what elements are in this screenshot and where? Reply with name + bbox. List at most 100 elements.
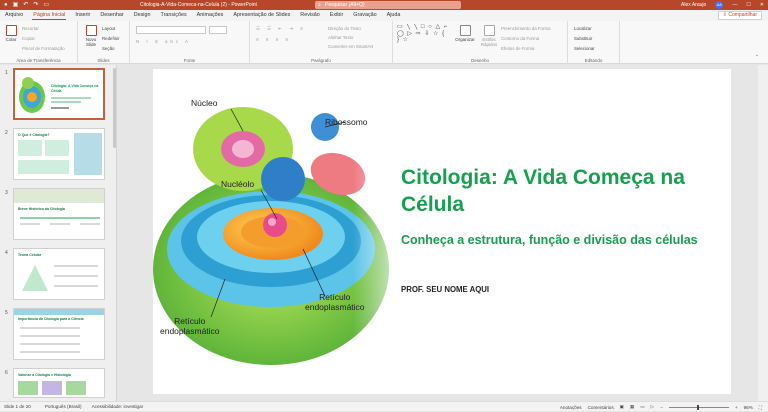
copy-button[interactable]: Copiar [22,36,35,41]
share-button[interactable]: ⇪ Compartilhar [717,11,762,20]
smartart-button[interactable]: Converter em SmartArt [328,44,373,49]
redo-icon[interactable]: ↷ [33,0,38,10]
comments-button[interactable]: Comentários [588,405,614,410]
fit-slide-icon[interactable]: ⛶ [759,405,762,410]
reset-button[interactable]: Redefinir [102,36,120,41]
zoom-out-icon[interactable]: − [660,405,663,410]
thumbnail-line [20,327,80,329]
save-icon[interactable]: ▣ [13,0,19,10]
collapse-ribbon-icon[interactable]: ⌃ [755,54,759,60]
thumbnail-scrollbar[interactable] [113,68,116,148]
text-direction-button[interactable]: Direção do Texto [328,26,361,31]
paste-button[interactable]: Colar [3,25,19,42]
tab-transicoes[interactable]: Transições [156,10,192,21]
thumbnail-image[interactable]: O Que é Citologia? [13,128,105,180]
thumbnail-photo [66,381,86,395]
align-buttons[interactable]: ≡ ≡ ≡ ≡ [256,37,291,42]
thumbnail-image[interactable]: Breve Histórico da Citologia [13,188,105,240]
thumbnail-image[interactable]: Citologia: A Vida Começa na Célula [13,68,105,120]
ribbon-tabs: Arquivo Página Inicial Inserir Desenhar … [0,10,768,21]
find-button[interactable]: Localizar [574,26,592,31]
slide-count: Slide 1 de 20 [4,404,31,409]
sorter-view-icon[interactable]: ▦ [630,404,634,410]
tab-inserir[interactable]: Inserir [70,10,95,21]
thumbnail-line [51,107,69,109]
tab-arquivo[interactable]: Arquivo [0,10,28,21]
thumbnail-image[interactable]: Importância da Citologia para a Ciência [13,308,105,360]
tab-revisao[interactable]: Revisão [295,10,324,21]
user-name[interactable]: Alex Araujo [681,2,706,8]
canvas-scrollbar[interactable] [758,65,768,401]
align-text-button[interactable]: Alinhar Texto [328,35,353,40]
font-size-select[interactable] [209,26,227,34]
slide-subtitle[interactable]: Conheça a estrutura, função e divisão da… [401,232,701,249]
layout-button[interactable]: Layout [102,26,115,31]
section-button[interactable]: Seção [102,46,114,51]
slide-number: 2 [5,130,8,136]
slide-number: 4 [5,250,8,256]
slideshow-icon[interactable]: ▷ [651,404,655,410]
thumbnail-photo [18,381,38,395]
minimize-button[interactable]: — [732,2,737,8]
new-slide-button[interactable]: Novo Slide [81,25,101,47]
present-icon[interactable]: ▭ [43,0,49,10]
notes-button[interactable]: Anotações [560,405,582,410]
ribbon: Colar Recortar Copiar Pincel de Formataç… [0,21,768,64]
shape-outline-button[interactable]: Contorno da Forma [501,36,539,41]
group-label: Slides [97,58,110,63]
zoom-in-icon[interactable]: + [735,405,738,410]
autosave-icon[interactable]: ● [4,0,8,10]
slide-thumbnail-panel[interactable]: 1 Citologia: A Vida Começa na Célula 2 O… [0,65,117,401]
label-reticulo-left: Retículo endoplasmático [160,316,220,336]
search-box[interactable]: ⌕ Pesquisar (Alt+Q) [315,1,461,9]
thumbnail-line [51,101,81,103]
format-painter-button[interactable]: Pincel de Formatação [22,46,65,51]
thumbnail-banner [14,309,104,315]
zoom-level[interactable]: 96% [744,405,753,410]
undo-icon[interactable]: ↶ [23,0,28,10]
tab-ajuda[interactable]: Ajuda [382,10,406,21]
thumbnail-line [80,223,100,225]
replace-button[interactable]: Substituir [574,36,592,41]
slide-title[interactable]: Citologia: A Vida Começa na Célula [401,164,721,218]
close-button[interactable]: ✕ [760,2,764,8]
arrange-button[interactable]: Organizar [453,25,477,42]
thumbnail-title: Breve Histórico da Citologia [18,207,65,211]
zoom-slider[interactable] [668,404,729,410]
slide-number: 6 [5,370,8,376]
shape-fill-button[interactable]: Preenchimento da Forma [501,26,551,31]
shapes-gallery[interactable]: ▭ ╲ ╲ □ ○ △ ⌐ ◯ ▷ ⇨ ⇩ ☆ { } ☆ [397,24,449,50]
font-name-select[interactable] [136,26,206,34]
cut-button[interactable]: Recortar [22,26,39,31]
search-icon: ⌕ [318,2,321,8]
language[interactable]: Português (Brasil) [45,404,82,409]
tab-apresentacao[interactable]: Apresentação de Slides [228,10,295,21]
thumbnail-title: Teoria Celular [18,253,42,257]
accessibility-status[interactable]: Acessibilidade: investigar [92,404,144,409]
tab-animacoes[interactable]: Animações [192,10,229,21]
list-buttons[interactable]: ☰ ☰ ⇤ ⇥ ≡ [256,26,306,32]
font-format-buttons[interactable]: N I S abc A [136,39,191,44]
quick-styles-label: Estilos Rápidos [480,37,498,47]
thumbnail-line [20,335,80,337]
tab-exibir[interactable]: Exibir [325,10,348,21]
thumbnail-line [54,285,98,287]
select-button[interactable]: Selecionar [574,46,595,51]
slide[interactable]: Núcleo Ribossomo Nucléolo Retículo endop… [153,69,731,394]
thumbnail-image[interactable]: Valorize a Citologia e Histologia [13,368,105,398]
normal-view-icon[interactable]: ▣ [620,404,624,410]
quick-styles-button[interactable]: Estilos Rápidos [479,25,499,47]
tab-pagina-inicial[interactable]: Página Inicial [28,10,70,21]
tab-desenhar[interactable]: Desenhar [95,10,128,21]
tab-design[interactable]: Design [129,10,156,21]
thumbnail-pyramid [22,265,48,291]
shape-effects-button[interactable]: Efeitos de Forma [501,46,534,51]
maximize-button[interactable]: ☐ [746,2,750,8]
thumbnail-image[interactable]: Teoria Celular [13,248,105,300]
label-nucleo: Núcleo [191,98,218,108]
thumbnail-photo [42,381,62,395]
reading-view-icon[interactable]: ▭ [640,404,644,410]
tab-gravacao[interactable]: Gravação [348,10,381,21]
avatar[interactable]: AA [715,1,724,9]
slide-author[interactable]: PROF. SEU NOME AQUI [401,285,489,294]
